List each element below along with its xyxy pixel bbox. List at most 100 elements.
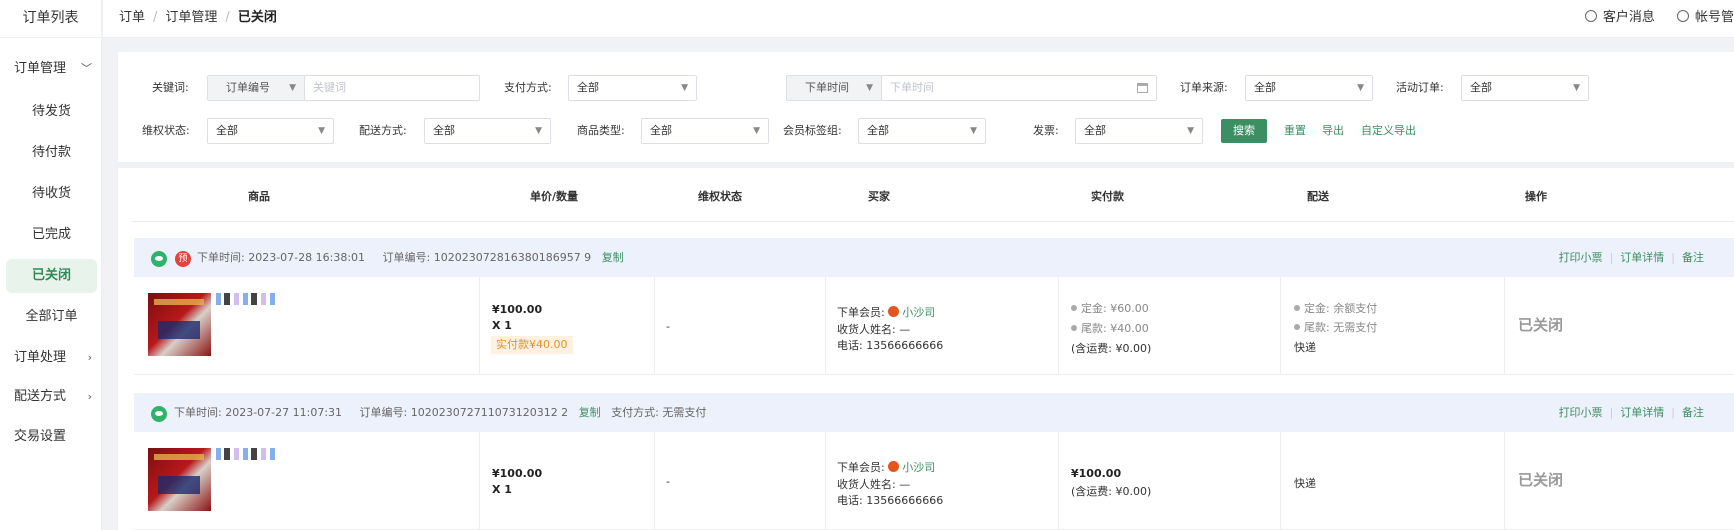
chevron-right-icon: › [87,390,92,403]
chevron-down-icon: ▼ [866,83,873,93]
order-meta: 下单时间: 2023-07-27 11:07:31 订单编号: 10202307… [174,393,706,432]
sidebar-group-order-processing[interactable]: 订单处理 › [0,342,102,374]
col-actions: 操作 [1525,190,1547,203]
col-price-qty: 单价/数量 [530,190,579,203]
source-select[interactable]: 全部 ▼ [1245,75,1373,101]
account-label: 帐号管 [1694,10,1734,25]
time-type-select[interactable]: 下单时间 ▼ [786,75,882,101]
goods-type-select[interactable]: 全部 ▼ [641,118,769,144]
copy-order-number-link[interactable]: 复制 [602,251,624,264]
breadcrumb-item-order[interactable]: 订单 [119,10,145,25]
member-name-link[interactable]: 小沙司 [902,306,935,319]
top-header: 订单 / 订单管理 / 已关闭 客户消息 帐号管 [103,0,1734,38]
customer-message-link[interactable]: 客户消息 [1584,0,1655,36]
custom-export-link[interactable]: 自定义导出 [1361,119,1416,143]
unit-price: ¥100.00 [492,303,543,316]
delivery-select[interactable]: 全部 ▼ [424,118,551,144]
sidebar-group-trade-settings[interactable]: 交易设置 [0,421,102,453]
chevron-down-icon: ▼ [681,83,688,93]
quantity: X 1 [492,483,512,496]
receiver-name: 收货人姓名: — [837,323,911,336]
sidebar-group-order-management[interactable]: 订单管理 ﹀ [0,53,102,85]
export-link[interactable]: 导出 [1322,119,1344,143]
delivery-method: 快递 [1294,477,1316,490]
rights-status: - [666,475,670,488]
pay-method-info: 支付方式: 无需支付 [611,406,707,419]
pay-method-value: 全部 [577,81,599,94]
rights-status: - [666,320,670,333]
wechat-icon [151,406,167,422]
sidebar-item-pending-payment[interactable]: 待付款 [6,136,97,170]
sidebar-title: 订单列表 [0,0,101,38]
product-thumbnail[interactable] [148,293,211,356]
print-receipt-link[interactable]: 打印小票 [1559,251,1603,264]
product-thumbnail[interactable] [148,448,211,511]
member-avatar-icon [888,306,900,317]
invoice-label: 发票: [1033,124,1059,137]
delivery-value: 全部 [433,124,455,137]
presale-badge: 预 [175,251,191,267]
note-link[interactable]: 备注 [1682,406,1704,419]
activity-select[interactable]: 全部 ▼ [1461,75,1589,101]
sidebar-item-all-orders[interactable]: 全部订单 [6,300,97,334]
wechat-icon [151,251,167,267]
col-rights: 维权状态 [698,190,742,203]
col-paid: 实付款 [1091,190,1124,203]
balance-amount: 尾款: ¥40.00 [1071,320,1149,336]
keyword-type-value: 订单编号 [226,81,270,94]
sidebar-item-completed[interactable]: 已完成 [6,218,97,252]
order-status: 已关闭 [1518,471,1564,489]
order-number: 订单编号: 102023072816380186957 9 [382,251,592,264]
sidebar-group-label: 订单管理 [14,61,67,76]
invoice-select[interactable]: 全部 ▼ [1075,118,1203,144]
keyword-input[interactable]: 关键词 [304,75,480,101]
calendar-icon [1137,83,1148,93]
sidebar-item-pending-shipment[interactable]: 待发货 [6,95,97,129]
chevron-down-icon: ▼ [1573,83,1580,93]
chevron-down-icon: ▼ [1187,126,1194,136]
shipping-fee: (含运费: ¥0.00) [1071,485,1152,498]
deposit-pay-method: 定金: 余额支付 [1294,300,1377,316]
buyer-member: 下单会员: 小沙司 [837,304,935,320]
source-value: 全部 [1254,81,1276,94]
keyword-type-select[interactable]: 订单编号 ▼ [207,75,305,101]
member-name-link[interactable]: 小沙司 [902,461,935,474]
quantity: X 1 [492,319,512,332]
sidebar-item-closed[interactable]: 已关闭 [6,259,97,293]
order-header: 下单时间: 2023-07-27 11:07:31 订单编号: 10202307… [134,393,1734,432]
receiver-phone: 电话: 13566666666 [837,494,944,507]
breadcrumb-item-order-management[interactable]: 订单管理 [165,10,217,25]
search-button[interactable]: 搜索 [1221,119,1267,143]
print-receipt-link[interactable]: 打印小票 [1559,406,1603,419]
pay-method-label: 支付方式: [504,81,552,94]
rights-value: 全部 [216,124,238,137]
product-title-redacted [216,448,276,460]
activity-label: 活动订单: [1396,81,1444,94]
col-goods: 商品 [248,190,270,203]
buyer-member: 下单会员: 小沙司 [837,459,935,475]
deposit-pay-method-text: 定金: 余额支付 [1304,302,1378,315]
order-detail-link[interactable]: 订单详情 [1620,406,1664,419]
copy-order-number-link[interactable]: 复制 [579,406,601,419]
deposit-amount-text: 定金: ¥60.00 [1081,302,1149,315]
sidebar-group-label: 订单处理 [14,350,67,365]
sidebar-group-label: 交易设置 [14,429,67,444]
order-detail-link[interactable]: 订单详情 [1620,251,1664,264]
note-link[interactable]: 备注 [1682,251,1704,264]
order-time-input[interactable]: 下单时间 [881,75,1157,101]
sidebar: 订单列表 订单管理 ﹀ 待发货 待付款 待收货 已完成 已关闭 全部订单 订单处… [0,0,102,530]
rights-select[interactable]: 全部 ▼ [207,118,334,144]
sidebar-item-pending-receipt[interactable]: 待收货 [6,177,97,211]
account-menu[interactable]: 帐号管 [1676,0,1734,36]
rights-label: 维权状态: [142,124,190,137]
chevron-down-icon: ▼ [970,126,977,136]
invoice-value: 全部 [1084,124,1106,137]
member-tag-select[interactable]: 全部 ▼ [858,118,986,144]
col-delivery: 配送 [1307,190,1329,203]
pay-method-select[interactable]: 全部 ▼ [568,75,697,101]
receiver-name: 收货人姓名: — [837,478,911,491]
sidebar-group-delivery-method[interactable]: 配送方式 › [0,381,102,413]
message-icon [1584,10,1597,22]
reset-link[interactable]: 重置 [1284,119,1306,143]
delivery-method: 快递 [1294,341,1316,354]
